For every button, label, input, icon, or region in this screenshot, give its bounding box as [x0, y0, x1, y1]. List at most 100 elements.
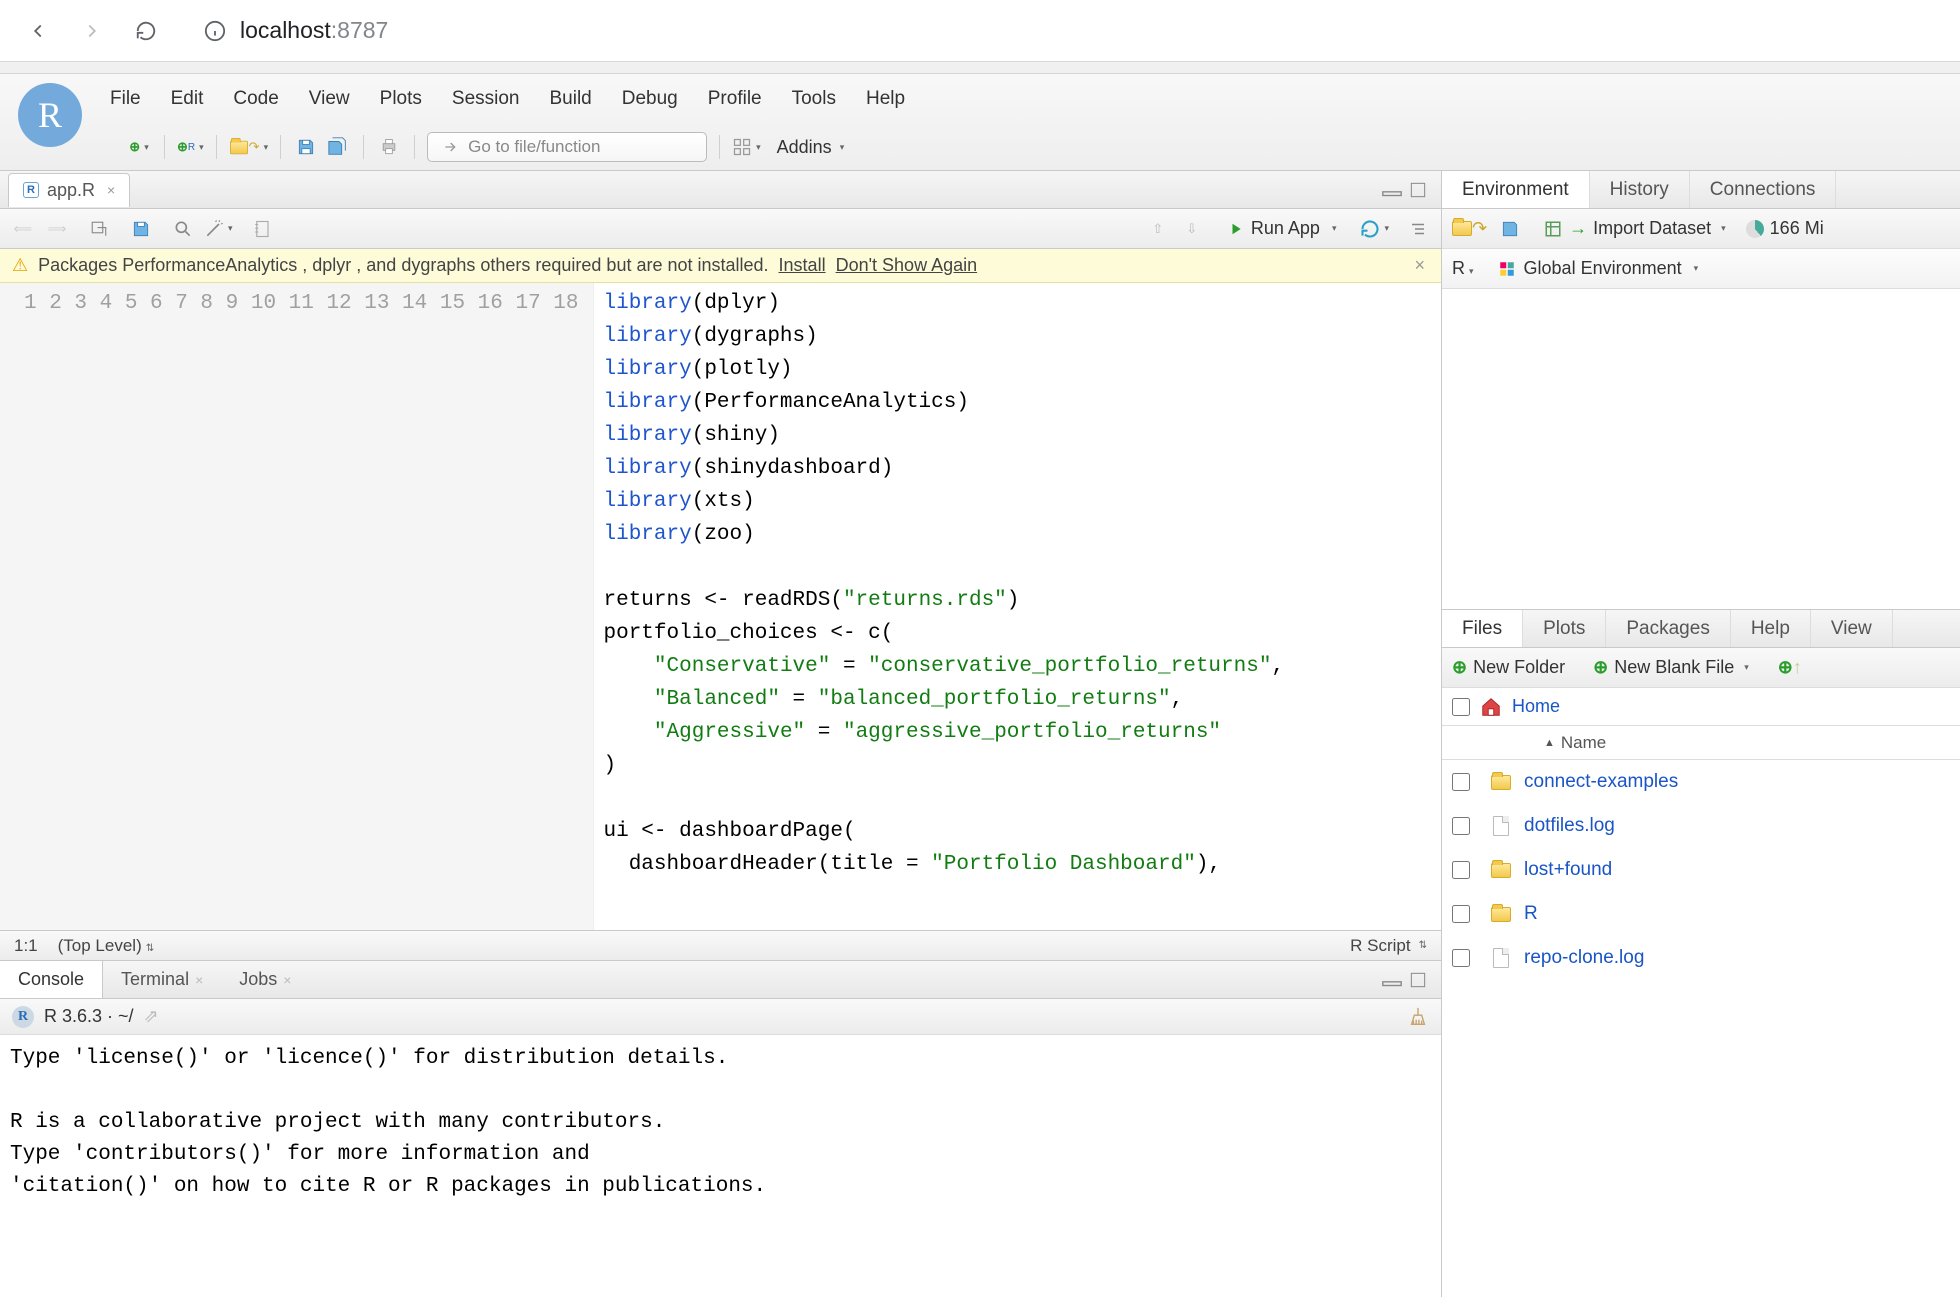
- dont-show-link[interactable]: Don't Show Again: [836, 255, 978, 276]
- close-icon[interactable]: ×: [195, 972, 203, 988]
- file-icon: [1490, 947, 1512, 969]
- new-folder-button[interactable]: ⊕New Folder: [1452, 657, 1565, 678]
- outline-icon[interactable]: [1405, 216, 1431, 242]
- console-tab-jobs[interactable]: Jobs×: [221, 961, 309, 998]
- maximize-pane-icon[interactable]: [1409, 972, 1427, 988]
- path-home[interactable]: Home: [1512, 696, 1560, 717]
- new-project-button[interactable]: ⊕R▾: [177, 134, 204, 160]
- file-name[interactable]: dotfiles.log: [1524, 815, 1615, 837]
- file-name[interactable]: lost+found: [1524, 859, 1612, 881]
- console-output[interactable]: Type 'license()' or 'licence()' for dist…: [0, 1035, 1441, 1297]
- file-name[interactable]: connect-examples: [1524, 771, 1678, 793]
- home-icon[interactable]: [1480, 696, 1502, 718]
- clear-console-icon[interactable]: [1407, 1006, 1429, 1028]
- env-scope-selector[interactable]: Global Environment▾: [1498, 258, 1699, 279]
- menu-debug[interactable]: Debug: [622, 88, 678, 110]
- menu-edit[interactable]: Edit: [171, 88, 204, 110]
- find-icon[interactable]: [170, 216, 196, 242]
- menu-session[interactable]: Session: [452, 88, 520, 110]
- rstudio-header: R FileEditCodeViewPlotsSessionBuildDebug…: [0, 74, 1960, 171]
- file-row: dotfiles.log: [1442, 804, 1960, 848]
- import-dataset-button[interactable]: → Import Dataset▾: [1543, 218, 1726, 239]
- name-column-header[interactable]: ▲Name: [1534, 733, 1606, 753]
- files-tab-help[interactable]: Help: [1731, 610, 1811, 647]
- file-checkbox[interactable]: [1452, 905, 1470, 923]
- source-tab-app[interactable]: R app.R ×: [8, 173, 130, 207]
- chrome-separator: [0, 62, 1960, 74]
- memory-usage[interactable]: 166 Mi: [1746, 218, 1824, 239]
- close-icon[interactable]: ×: [283, 972, 291, 988]
- file-checkbox[interactable]: [1452, 817, 1470, 835]
- packages-warning-bar: ⚠ Packages PerformanceAnalytics , dplyr …: [0, 249, 1441, 283]
- menu-build[interactable]: Build: [550, 88, 592, 110]
- menu-code[interactable]: Code: [233, 88, 278, 110]
- save-button[interactable]: [293, 134, 319, 160]
- menu-help[interactable]: Help: [866, 88, 905, 110]
- minimize-pane-icon[interactable]: [1381, 182, 1403, 198]
- address-bar[interactable]: localhost:8787: [186, 11, 1936, 51]
- menu-tools[interactable]: Tools: [792, 88, 836, 110]
- console-info-text: R 3.6.3 · ~/: [44, 1006, 134, 1027]
- main-toolbar: ⊕▾ ⊕R▾ ↷▾ Go to file/function ▾ Addins▾: [18, 124, 1960, 170]
- file-name[interactable]: repo-clone.log: [1524, 947, 1644, 969]
- source-pane: R app.R × ⟸ ⟹ ▾: [0, 171, 1441, 961]
- up-arrow-icon[interactable]: ⇧: [1145, 216, 1171, 242]
- scope-label[interactable]: (Top Level)⇅: [58, 936, 155, 956]
- save-all-button[interactable]: [325, 134, 351, 160]
- env-tab-connections[interactable]: Connections: [1690, 171, 1837, 208]
- grid-button[interactable]: ▾: [732, 134, 761, 160]
- goto-file-input[interactable]: Go to file/function: [427, 132, 707, 162]
- code-editor[interactable]: 1 2 3 4 5 6 7 8 9 10 11 12 13 14 15 16 1…: [0, 283, 1441, 930]
- file-row: connect-examples: [1442, 760, 1960, 804]
- file-name[interactable]: R: [1524, 903, 1538, 925]
- files-tab-view[interactable]: View: [1811, 610, 1893, 647]
- console-tab-terminal[interactable]: Terminal×: [103, 961, 221, 998]
- reload-app-icon[interactable]: ▾: [1360, 216, 1389, 242]
- new-file-button[interactable]: ⊕▾: [126, 134, 152, 160]
- back-button[interactable]: [24, 17, 52, 45]
- run-app-button[interactable]: Run App ▾: [1221, 216, 1345, 241]
- file-type-label[interactable]: R Script⇅: [1350, 936, 1427, 956]
- share-icon[interactable]: ⇗: [144, 1006, 159, 1027]
- console-tab-console[interactable]: Console: [0, 961, 103, 998]
- save-source-button[interactable]: [128, 216, 154, 242]
- wand-icon[interactable]: ▾: [204, 216, 233, 242]
- environment-list: [1442, 289, 1960, 609]
- language-selector[interactable]: R▾: [1452, 258, 1474, 279]
- print-button[interactable]: [376, 134, 402, 160]
- load-workspace-icon[interactable]: ↷: [1452, 216, 1487, 242]
- maximize-pane-icon[interactable]: [1409, 182, 1427, 198]
- files-tab-files[interactable]: Files: [1442, 610, 1523, 647]
- addins-menu[interactable]: Addins▾: [777, 137, 845, 158]
- open-file-button[interactable]: ↷▾: [229, 134, 268, 160]
- new-blank-file-button[interactable]: ⊕New Blank File▾: [1593, 657, 1749, 678]
- site-info-icon[interactable]: [204, 20, 226, 42]
- upload-button[interactable]: ⊕↑: [1777, 655, 1803, 681]
- down-arrow-icon[interactable]: ⇩: [1179, 216, 1205, 242]
- dismiss-warning-icon[interactable]: ×: [1414, 255, 1429, 276]
- forward-nav-icon[interactable]: ⟹: [44, 216, 70, 242]
- goto-placeholder: Go to file/function: [468, 137, 600, 157]
- env-tab-history[interactable]: History: [1590, 171, 1690, 208]
- file-checkbox[interactable]: [1452, 861, 1470, 879]
- files-tab-packages[interactable]: Packages: [1606, 610, 1730, 647]
- menu-file[interactable]: File: [110, 88, 141, 110]
- notebook-icon[interactable]: [249, 216, 275, 242]
- save-workspace-icon[interactable]: [1497, 216, 1523, 242]
- source-statusbar: 1:1 (Top Level)⇅ R Script⇅: [0, 930, 1441, 960]
- select-all-checkbox[interactable]: [1452, 698, 1470, 716]
- menu-view[interactable]: View: [309, 88, 350, 110]
- close-icon[interactable]: ×: [107, 182, 115, 198]
- back-nav-icon[interactable]: ⟸: [10, 216, 36, 242]
- file-checkbox[interactable]: [1452, 773, 1470, 791]
- menu-plots[interactable]: Plots: [380, 88, 422, 110]
- reload-button[interactable]: [132, 17, 160, 45]
- minimize-pane-icon[interactable]: [1381, 972, 1403, 988]
- install-link[interactable]: Install: [779, 255, 826, 276]
- forward-button[interactable]: [78, 17, 106, 45]
- files-tab-plots[interactable]: Plots: [1523, 610, 1606, 647]
- env-tab-environment[interactable]: Environment: [1442, 171, 1590, 208]
- menu-profile[interactable]: Profile: [708, 88, 762, 110]
- file-checkbox[interactable]: [1452, 949, 1470, 967]
- show-in-new-icon[interactable]: [86, 216, 112, 242]
